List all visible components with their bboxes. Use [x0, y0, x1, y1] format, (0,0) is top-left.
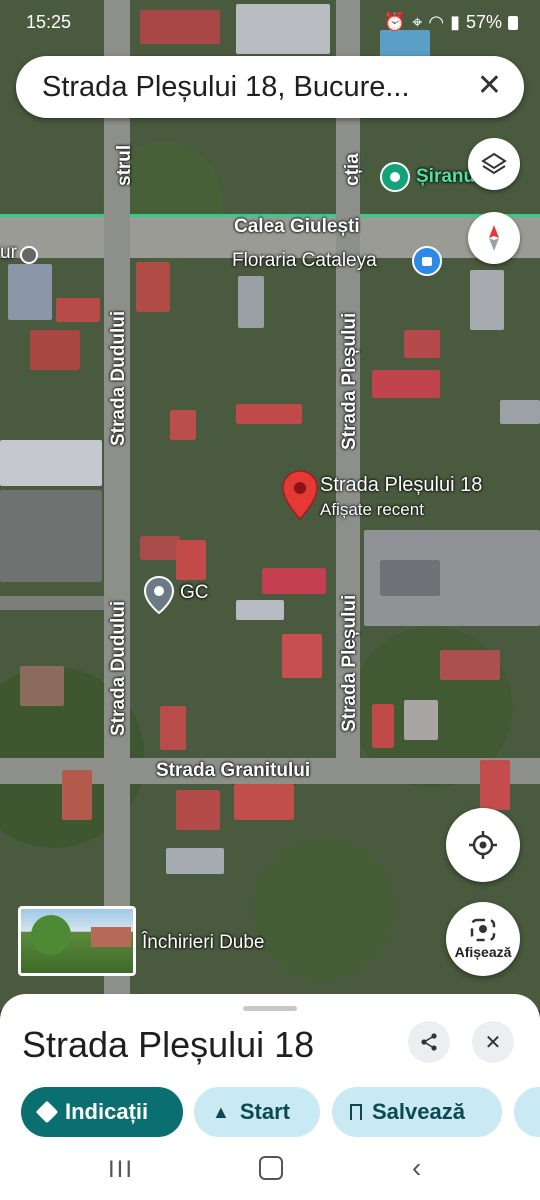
road-label-plesului-bottom: Strada Pleșului [339, 594, 360, 732]
directions-label: Indicații [65, 1099, 149, 1124]
building [160, 706, 186, 750]
directions-button[interactable]: Indicații [21, 1087, 183, 1137]
my-location-button[interactable] [446, 808, 520, 882]
building [30, 330, 80, 370]
place-marker-icon[interactable] [144, 576, 174, 614]
road-side [0, 596, 104, 610]
building [372, 704, 394, 748]
road-label-dudului-bottom: Strada Dudului [108, 600, 129, 736]
recent-apps-icon[interactable]: III [108, 1156, 134, 1184]
street-view-button[interactable]: Afișează [446, 902, 520, 976]
close-sheet-button[interactable]: ✕ [472, 1021, 514, 1063]
poi-label-left-edge[interactable]: ur [0, 242, 17, 264]
street-view-label: Afișează [454, 944, 512, 960]
alarm-icon: ⏰ [383, 12, 407, 32]
location-pin-icon[interactable] [282, 470, 318, 520]
search-bar[interactable]: Strada Pleșului 18, Bucure... ✕ [16, 56, 524, 118]
my-location-icon [469, 831, 497, 859]
building [500, 400, 540, 424]
road-label-top-right: cția [342, 153, 363, 186]
building [470, 270, 504, 330]
building [176, 790, 220, 830]
building [282, 634, 322, 678]
wifi-icon: ◠ [428, 12, 445, 32]
building [380, 560, 440, 596]
road-label-top-left: strul [114, 144, 135, 186]
close-icon: ✕ [484, 1031, 502, 1054]
poi-label-floraria[interactable]: Floraria Cataleya [232, 250, 377, 272]
poi-label-gc[interactable]: GC [180, 582, 209, 604]
building [0, 440, 102, 486]
building [166, 848, 224, 874]
building [140, 536, 180, 560]
compass-icon [489, 225, 499, 251]
battery-text: 57% [465, 12, 502, 32]
building [262, 568, 326, 594]
road-label-plesului-top: Strada Pleșului [339, 312, 360, 450]
status-icons: ⏰ ⌖ ◠ ▮ 57% [384, 12, 518, 33]
street-view-icon [470, 918, 496, 942]
start-label: Start [239, 1099, 290, 1124]
status-bar: 15:25 ⏰ ⌖ ◠ ▮ 57% [0, 0, 540, 44]
home-icon[interactable] [259, 1156, 283, 1180]
building [234, 784, 294, 820]
road-label-dudului-top: Strada Dudului [108, 310, 129, 446]
bookmark-icon [350, 1104, 362, 1120]
building [136, 262, 170, 312]
share-button[interactable] [408, 1021, 450, 1063]
building [56, 298, 100, 322]
road-label-granitului: Strada Granitului [156, 760, 311, 781]
status-time: 15:25 [26, 12, 72, 32]
poi-icon[interactable] [20, 246, 38, 264]
location-icon: ⌖ [412, 12, 423, 32]
building [238, 276, 264, 328]
building [372, 370, 440, 398]
transit-poi-icon[interactable] [380, 162, 410, 192]
sheet-drag-handle[interactable] [243, 1006, 297, 1011]
shopping-bag-icon[interactable] [412, 246, 442, 276]
navigation-arrow-icon: ▲ [212, 1101, 230, 1122]
signal-icon: ▮ [450, 12, 460, 32]
building [176, 540, 206, 580]
road-label-calea-giulesti: Calea Giulești [234, 216, 360, 237]
compass-button[interactable] [468, 212, 520, 264]
place-title: Strada Pleșului 18 [22, 1024, 315, 1065]
building [62, 770, 92, 820]
share-icon [421, 1033, 437, 1051]
place-photo-thumbnail[interactable] [18, 906, 136, 976]
building [20, 666, 64, 706]
save-button[interactable]: Salvează [332, 1087, 502, 1137]
building [236, 600, 284, 620]
search-query[interactable]: Strada Pleșului 18, Bucure... [42, 71, 462, 104]
more-actions-chip[interactable] [514, 1087, 540, 1137]
back-icon[interactable]: ‹ [412, 1152, 421, 1184]
save-label: Salvează [372, 1099, 465, 1124]
pin-title[interactable]: Strada Pleșului 18 [320, 474, 482, 497]
building [170, 410, 196, 440]
parking-lot [0, 490, 102, 582]
building [236, 404, 302, 424]
clear-search-icon[interactable]: ✕ [477, 70, 502, 102]
battery-icon [508, 15, 518, 30]
building [440, 650, 500, 680]
building [8, 264, 52, 320]
system-nav-bar: III ‹ [0, 1148, 540, 1200]
pin-subtitle: Afișate recent [320, 500, 424, 519]
layers-icon [481, 152, 507, 175]
building [404, 700, 438, 740]
building [480, 760, 510, 810]
directions-icon [35, 1100, 59, 1124]
layers-button[interactable] [468, 138, 520, 190]
start-button[interactable]: ▲ Start [194, 1087, 320, 1137]
poi-label-dube[interactable]: Închirieri Dube [142, 932, 265, 954]
building [404, 330, 440, 358]
